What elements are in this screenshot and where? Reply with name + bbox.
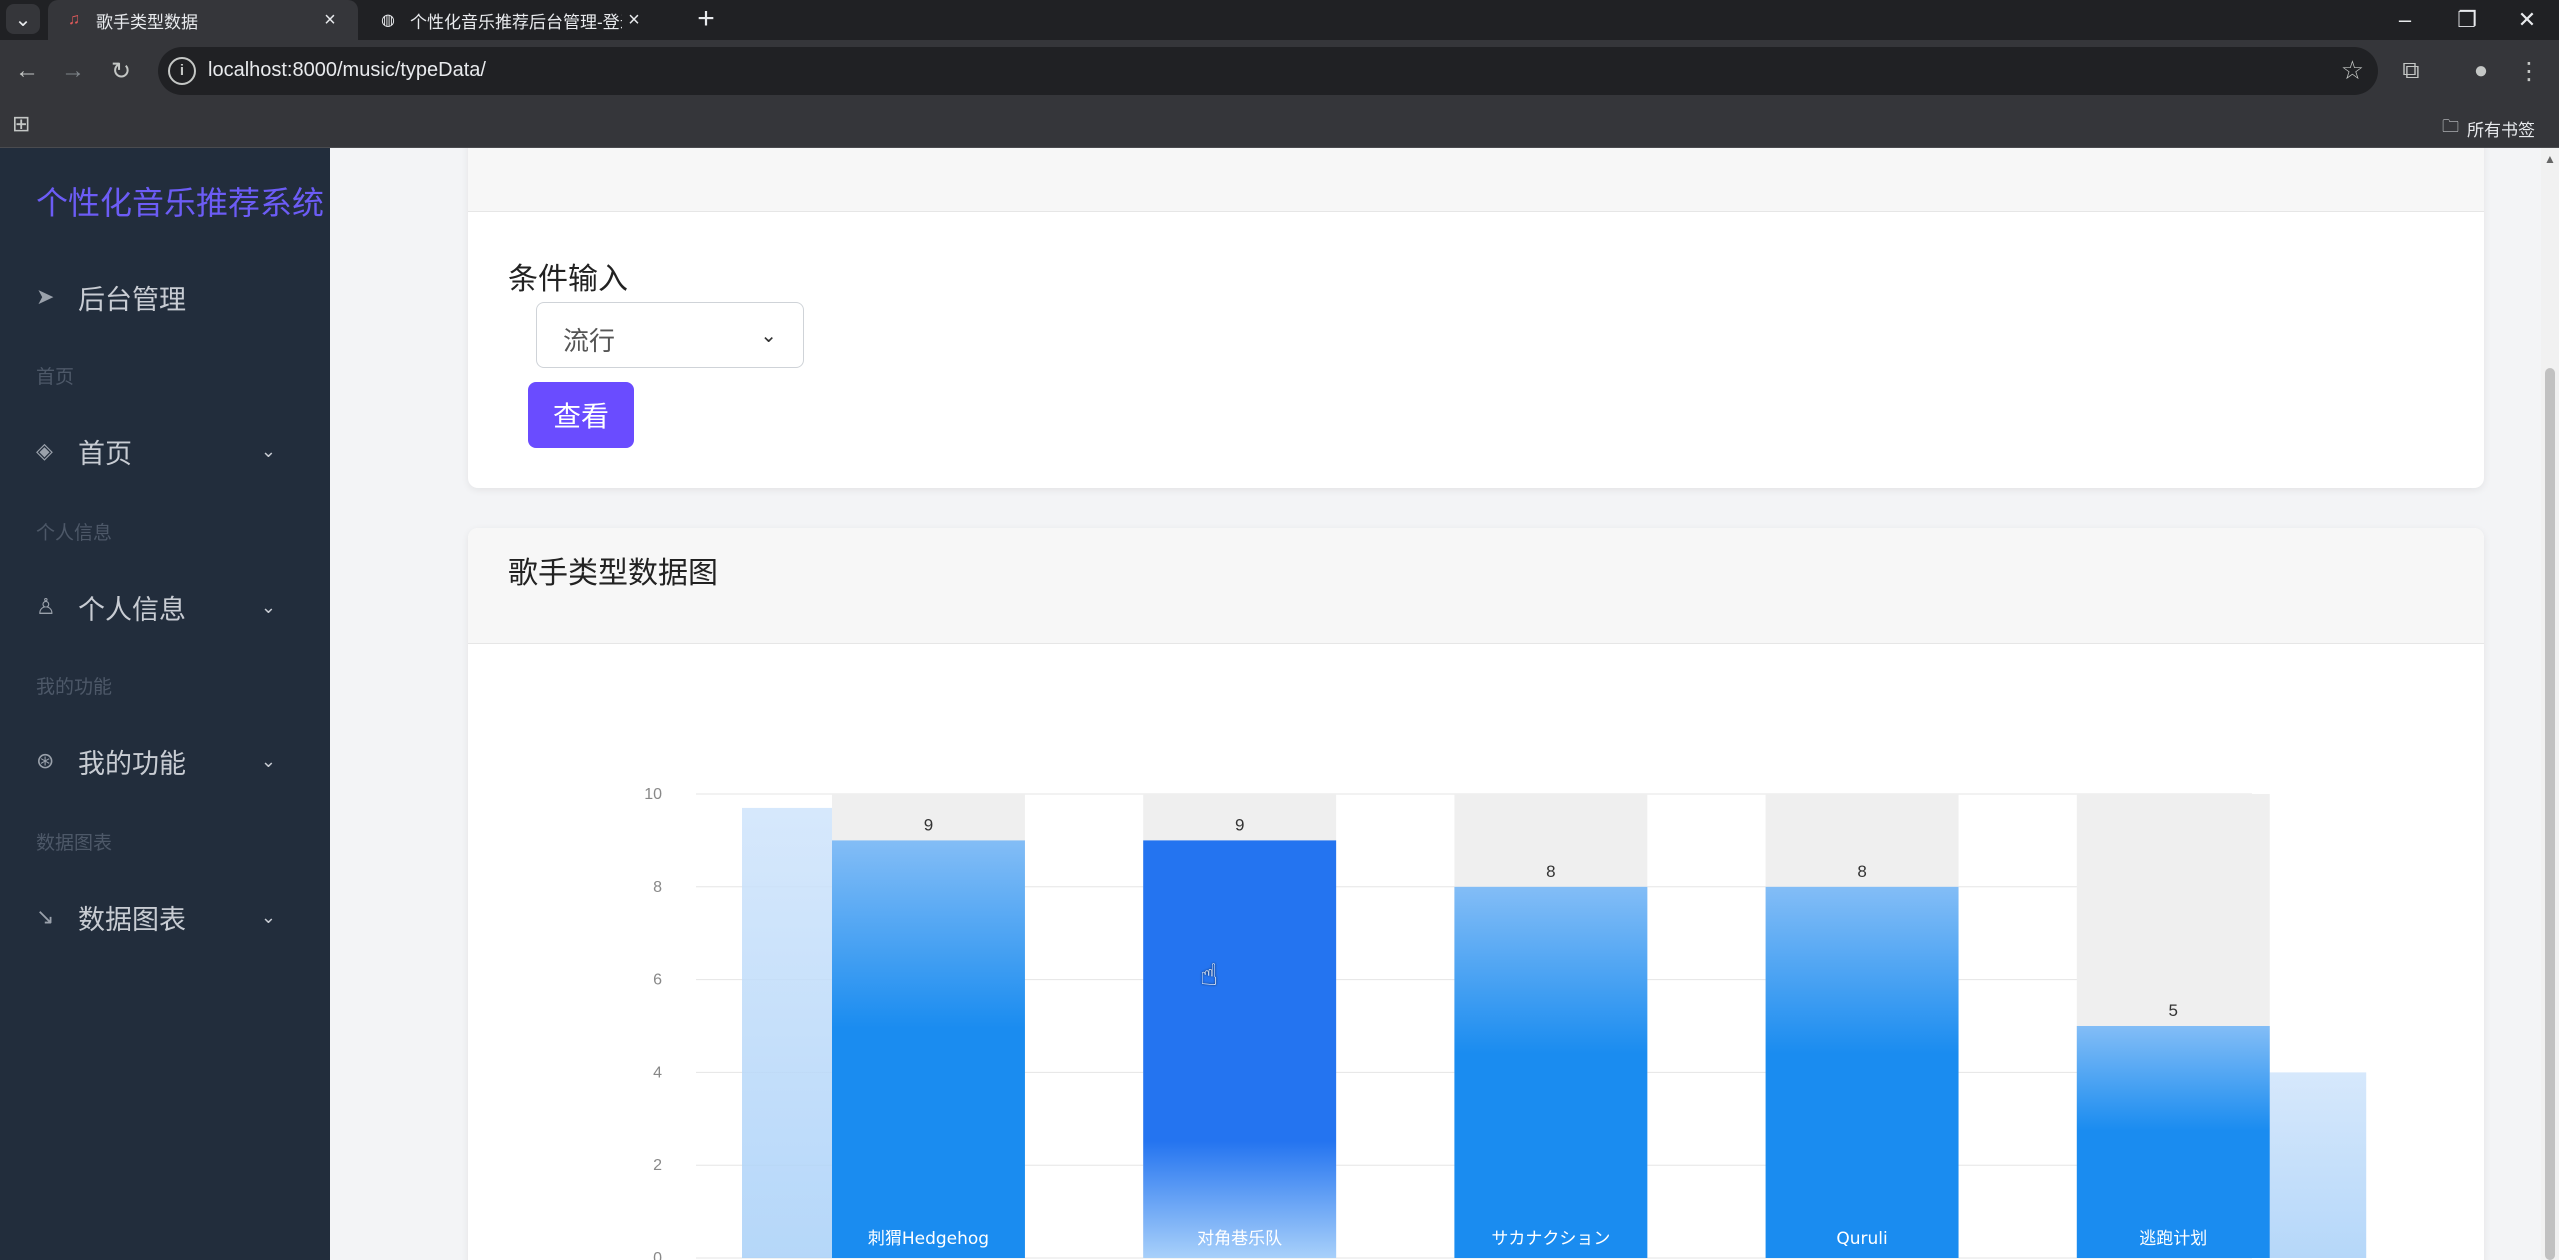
sidebar-section-header: 数据图表 <box>36 833 113 854</box>
scroll-up-arrow-icon[interactable]: ▲ <box>2544 152 2556 166</box>
back-arrow-icon[interactable]: ← <box>8 52 46 90</box>
close-tab-icon[interactable]: × <box>622 9 646 32</box>
tab-search-chevron-icon[interactable]: ⌄ <box>6 4 40 34</box>
trending-down-icon: ↘ <box>36 904 55 929</box>
filter-card-header <box>468 148 2484 212</box>
filter-card: 条件输入 流行 ⌄ 查看 <box>468 148 2484 488</box>
bar <box>1454 886 1648 1258</box>
brand-title[interactable]: 个性化音乐推荐系统 <box>36 178 324 224</box>
filter-title: 条件输入 <box>508 263 628 296</box>
browser-tab-bar: ⌄ ♫ 歌手类型数据 × ◍ 个性化音乐推荐后台管理-登录 × + – ❐ ✕ <box>0 0 2559 40</box>
more-menu-icon[interactable]: ⋮ <box>2512 54 2546 88</box>
page-content: 个性化音乐推荐系统 ➤ 后台管理 首页 ◈ 首页 ⌄ 个人信息 ♙ 个人信息 ⌄… <box>0 148 2559 1260</box>
sidebar-item-label: 后台管理 <box>78 284 186 315</box>
url-text[interactable]: localhost:8000/music/typeData/ <box>208 59 486 82</box>
profile-avatar-icon[interactable]: ● <box>2464 54 2498 88</box>
tab-active[interactable]: ♫ 歌手类型数据 × <box>48 0 358 40</box>
all-bookmarks-label: 所有书签 <box>2467 121 2535 140</box>
site-info-icon[interactable]: i <box>168 57 196 85</box>
all-bookmarks[interactable]: 🗀 所有书签 <box>2442 114 2535 143</box>
globe-icon: ◍ <box>381 12 395 29</box>
sidebar-item-label: 数据图表 <box>78 904 186 935</box>
bar-value-label: 9 <box>924 815 933 834</box>
bar-category-label: Quruli <box>1836 1229 1887 1249</box>
browser-toolbar: ← → ↻ i localhost:8000/music/typeData/ ☆… <box>0 40 2559 102</box>
bar-category-label: 刺猬Hedgehog <box>868 1229 989 1249</box>
chevron-down-icon: ⌄ <box>760 325 777 347</box>
bookmarks-bar: ⊞ 🗀 所有书签 <box>0 102 2559 148</box>
chevron-down-icon: ⌄ <box>260 750 276 771</box>
y-tick-label: 4 <box>653 1064 662 1081</box>
bar-value-label: 9 <box>1235 815 1244 834</box>
bar-category-label: サカナクション <box>1491 1229 1610 1249</box>
sidebar-section-header: 我的功能 <box>36 677 113 698</box>
music-app-icon: ♫ <box>68 11 80 28</box>
bar <box>1143 840 1337 1258</box>
genre-select[interactable]: 流行 ⌄ <box>536 302 804 368</box>
forward-arrow-icon[interactable]: → <box>54 52 92 90</box>
tab-title: 歌手类型数据 <box>96 12 198 32</box>
y-tick-label: 10 <box>644 786 662 803</box>
address-bar[interactable]: i localhost:8000/music/typeData/ ☆ <box>158 47 2378 95</box>
bar-category-label: 对角巷乐队 <box>1197 1229 1282 1249</box>
bar <box>832 840 1025 1258</box>
folder-icon: 🗀 <box>2442 117 2459 136</box>
close-tab-icon[interactable]: × <box>318 9 342 32</box>
genre-select-value: 流行 <box>563 326 616 356</box>
mouse-pointer-icon: ☝ <box>1200 959 1219 992</box>
sidebar-item-functions[interactable]: ⊛ 我的功能 ⌄ <box>36 736 296 786</box>
view-button[interactable]: 查看 <box>528 382 634 448</box>
y-tick-label: 8 <box>653 879 662 896</box>
singer-type-bar-chart: 0 2 4 6 8 10 9 刺猬Hedgehog 9 对角巷乐队 8 サカナクション 8 Quruli 5… <box>644 786 2367 1260</box>
y-tick-label: 6 <box>653 972 662 989</box>
sidebar-item-admin[interactable]: ➤ 后台管理 <box>36 272 296 322</box>
restore-icon[interactable]: ❐ <box>2437 0 2497 40</box>
extensions-puzzle-icon[interactable]: ⧉ <box>2394 54 2428 88</box>
apps-grid-icon[interactable]: ⊞ <box>12 112 36 136</box>
new-tab-plus-icon[interactable]: + <box>690 2 722 36</box>
bar <box>1765 886 1959 1258</box>
send-arrow-icon: ➤ <box>36 284 55 309</box>
sidebar-item-label: 个人信息 <box>78 594 186 625</box>
bookmark-star-icon[interactable]: ☆ <box>2341 55 2364 86</box>
reload-icon[interactable]: ↻ <box>102 52 140 90</box>
user-icon: ♙ <box>36 594 56 619</box>
sidebar-item-charts[interactable]: ↘ 数据图表 ⌄ <box>36 892 296 942</box>
bar-value-label: 8 <box>1857 862 1866 881</box>
chart-title: 歌手类型数据图 <box>508 557 718 590</box>
chevron-down-icon: ⌄ <box>260 440 276 461</box>
sidebar-item-home[interactable]: ◈ 首页 ⌄ <box>36 426 296 476</box>
chevron-down-icon: ⌄ <box>260 596 276 617</box>
chart-card-header: 歌手类型数据图 <box>468 528 2484 644</box>
aperture-icon: ⊛ <box>36 748 55 773</box>
sidebar-item-profile[interactable]: ♙ 个人信息 ⌄ <box>36 582 296 632</box>
bar-value-label: 8 <box>1546 862 1555 881</box>
y-tick-label: 2 <box>653 1157 662 1174</box>
chevron-down-icon: ⌄ <box>260 906 276 927</box>
bar-category-label: 逃跑计划 <box>2139 1229 2207 1249</box>
minimize-icon[interactable]: – <box>2375 0 2435 40</box>
sidebar-section-header: 首页 <box>36 367 75 388</box>
sidebar-item-label: 首页 <box>78 438 132 469</box>
bar <box>2076 1026 2270 1258</box>
sidebar: 个性化音乐推荐系统 ➤ 后台管理 首页 ◈ 首页 ⌄ 个人信息 ♙ 个人信息 ⌄… <box>0 148 330 1260</box>
page-scrollbar[interactable]: ▲ <box>2541 148 2559 1260</box>
layers-icon: ◈ <box>36 438 53 463</box>
bar-value-label: 5 <box>2169 1001 2178 1020</box>
close-window-icon[interactable]: ✕ <box>2497 0 2557 40</box>
chart-card: 歌手类型数据图 0 2 4 6 8 10 9 刺猬Hedgehog 9 对角巷乐队 8 サカナクション… <box>468 528 2484 1260</box>
sidebar-item-label: 我的功能 <box>78 748 186 779</box>
scrollbar-thumb[interactable] <box>2545 368 2555 1260</box>
y-tick-label: 0 <box>653 1250 662 1260</box>
tab-title: 个性化音乐推荐后台管理-登录 <box>410 12 622 32</box>
sidebar-section-header: 个人信息 <box>36 523 113 544</box>
tab-inactive[interactable]: ◍ 个性化音乐推荐后台管理-登录 × <box>362 0 662 40</box>
